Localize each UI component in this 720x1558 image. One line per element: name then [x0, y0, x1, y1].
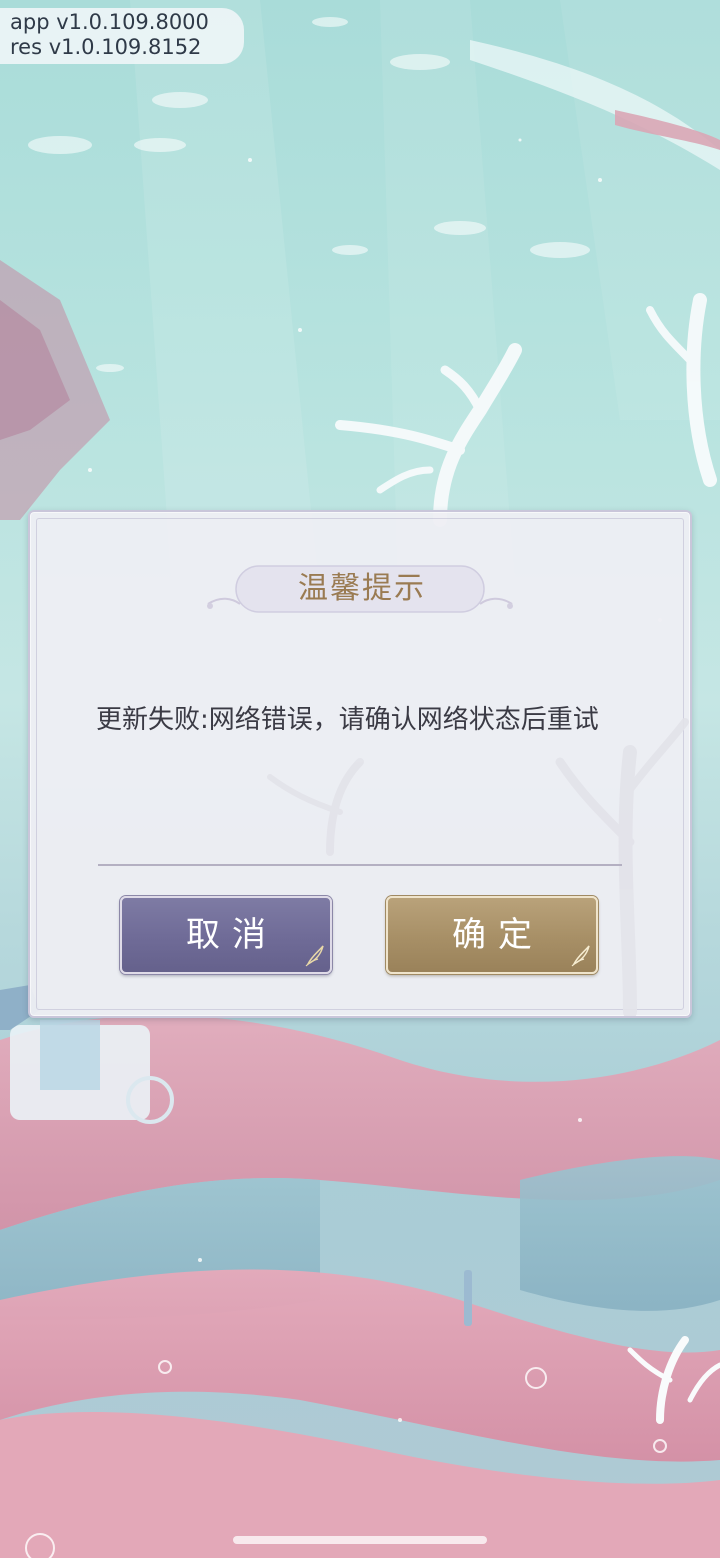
dialog-title: 温馨提示: [298, 571, 426, 606]
update-failed-dialog: 温馨提示 更新失败:网络错误，请确认网络状态后重试 取消 确定: [28, 510, 692, 1018]
version-info-badge: app v1.0.109.8000 res v1.0.109.8152: [0, 8, 244, 64]
dialog-message: 更新失败:网络错误，请确认网络状态后重试: [96, 705, 599, 735]
app-version-text: app v1.0.109.8000: [10, 10, 209, 34]
home-indicator[interactable]: [233, 1536, 487, 1544]
dialog-divider: [98, 864, 622, 866]
cancel-button[interactable]: 取消: [120, 896, 332, 974]
leaf-ornament-icon: [305, 945, 324, 967]
confirm-button[interactable]: 确定: [386, 896, 598, 974]
game-screen: app v1.0.109.8000 res v1.0.109.8152 温馨提示…: [0, 0, 720, 1558]
cancel-button-label: 取消: [186, 915, 278, 955]
leaf-ornament-icon: [571, 945, 590, 967]
res-version-text: res v1.0.109.8152: [10, 35, 202, 59]
confirm-button-label: 确定: [452, 915, 544, 955]
